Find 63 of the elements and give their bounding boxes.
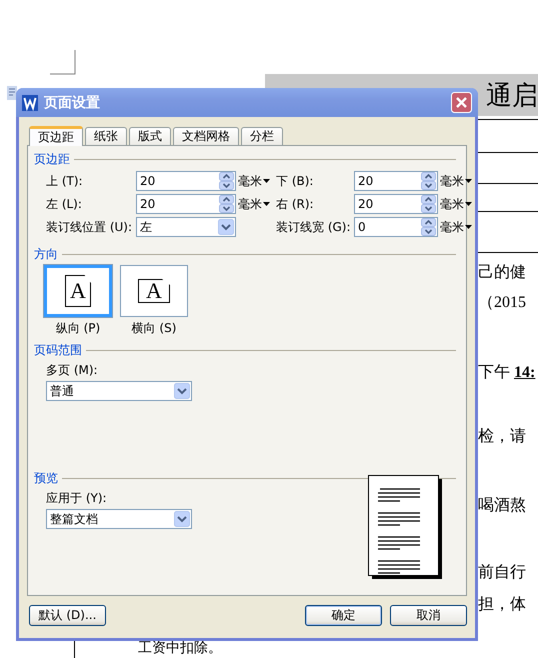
unit-dropdown[interactable]: 毫米 — [438, 218, 474, 236]
tab[interactable]: 文档网格 — [173, 127, 239, 145]
field-label: 应用于 (Y): — [46, 490, 108, 507]
default-button[interactable]: 默认 (D)... — [29, 605, 106, 626]
unit-dropdown[interactable]: 毫米 — [438, 196, 474, 212]
option-label: 纵向 (P) — [56, 320, 100, 337]
document-text: 下午 14: — [478, 363, 536, 383]
portrait-option[interactable]: A — [44, 265, 112, 317]
section-title: 页码范围 — [34, 342, 82, 358]
paragraph-icon — [7, 86, 17, 100]
unit-dropdown[interactable]: 毫米 — [236, 196, 276, 212]
tab[interactable]: 纸张 — [85, 127, 127, 145]
section-title: 预览 — [34, 470, 58, 486]
field-label: 多页 (M): — [46, 362, 99, 379]
field-label: 左 (L): — [46, 196, 83, 212]
document-text: 担，体 — [478, 595, 527, 615]
landscape-option[interactable]: A — [120, 265, 188, 317]
caret-icon[interactable] — [465, 224, 472, 230]
field-label: 右 (R): — [276, 196, 315, 212]
document-text: 前自行 — [478, 563, 527, 583]
dropdown-button[interactable] — [174, 383, 190, 399]
document-text: 喝酒熬 — [478, 496, 527, 516]
spinner-arrows[interactable] — [219, 172, 234, 190]
close-button[interactable] — [451, 92, 472, 113]
section-title: 方向 — [34, 246, 58, 262]
caret-icon[interactable] — [465, 202, 472, 206]
spin-field[interactable]: 20 — [354, 171, 438, 191]
dropdown-field[interactable]: 左 — [136, 217, 236, 237]
caret-icon[interactable] — [263, 178, 270, 184]
field-label: 上 (T): — [46, 172, 84, 190]
ok-button[interactable]: 确定 — [305, 605, 382, 626]
spinner-arrows[interactable] — [421, 218, 436, 236]
document-text: 检，请 — [478, 426, 527, 447]
spinner-arrows[interactable] — [421, 172, 436, 190]
window-title: 页面设置 — [44, 94, 100, 112]
tab[interactable]: 页边距 — [29, 126, 83, 146]
app-logo-icon — [22, 94, 38, 110]
spin-field[interactable]: 0 — [354, 217, 438, 237]
unit-dropdown[interactable]: 毫米 — [438, 172, 474, 190]
dropdown-field[interactable]: 普通 — [46, 381, 192, 401]
tab[interactable]: 版式 — [129, 127, 171, 145]
cancel-button[interactable]: 取消 — [390, 605, 467, 626]
spinner-arrows[interactable] — [219, 195, 234, 213]
tab[interactable]: 分栏 — [241, 127, 283, 145]
caret-icon[interactable] — [465, 178, 472, 184]
unit-dropdown[interactable]: 毫米 — [236, 172, 276, 190]
spin-field[interactable]: 20 — [136, 171, 236, 191]
document-text: （2015 — [478, 293, 527, 313]
corner-mark — [50, 50, 76, 76]
option-label: 横向 (S) — [132, 320, 176, 337]
dropdown-button[interactable] — [218, 219, 234, 235]
spinner-arrows[interactable] — [421, 195, 436, 213]
spin-field[interactable]: 20 — [136, 194, 236, 214]
field-label: 装订线宽 (G): — [276, 218, 352, 236]
field-label: 装订线位置 (U): — [46, 218, 134, 236]
document-text: 己的健 — [478, 263, 527, 283]
caret-icon[interactable] — [263, 202, 270, 206]
spin-field[interactable]: 20 — [354, 194, 438, 214]
dropdown-field[interactable]: 整篇文档 — [46, 509, 192, 529]
field-label: 下 (B): — [276, 172, 314, 190]
dropdown-button[interactable] — [174, 511, 190, 527]
document-text: 工资中扣除。 — [138, 641, 222, 657]
section-title: 页边距 — [34, 150, 70, 168]
